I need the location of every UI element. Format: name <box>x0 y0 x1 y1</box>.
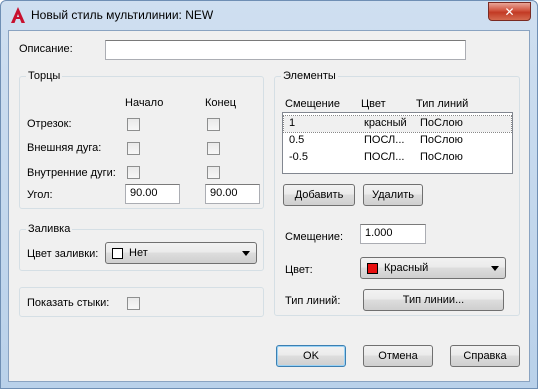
caps-col-start: Начало <box>125 97 164 109</box>
elements-group-title: Элементы <box>281 70 338 82</box>
description-label: Описание: <box>19 43 73 55</box>
caps-outer-arc-start-checkbox[interactable] <box>127 142 140 155</box>
caps-angle-label: Угол: <box>27 189 53 201</box>
elements-col-color: Цвет <box>361 98 386 110</box>
row-color: красный <box>364 117 407 129</box>
chevron-down-icon <box>491 266 499 271</box>
caps-line-label: Отрезок: <box>27 118 72 130</box>
row-color: ПОСЛ... <box>364 134 405 146</box>
element-linetype-label: Тип линий: <box>285 295 341 307</box>
caps-inner-arcs-end-checkbox[interactable] <box>207 166 220 179</box>
caps-line-end-checkbox[interactable] <box>207 118 220 131</box>
element-color-dropdown[interactable]: Красный <box>360 257 506 279</box>
close-icon: ✕ <box>504 4 515 19</box>
autocad-logo-icon <box>11 7 25 23</box>
caps-angle-start-input[interactable]: 90.00 <box>125 184 180 204</box>
show-joints-label: Показать стыки: <box>27 297 110 309</box>
fill-color-label: Цвет заливки: <box>27 248 99 260</box>
table-row[interactable]: 1 красный ПоСлою <box>283 115 512 133</box>
caps-col-end: Конец <box>205 97 237 109</box>
caps-outer-arc-label: Внешняя дуга: <box>27 142 102 154</box>
row-offset: -0.5 <box>289 151 308 163</box>
fill-color-swatch <box>112 247 123 259</box>
fill-color-dropdown[interactable]: Нет <box>105 242 257 264</box>
table-row[interactable]: -0.5 ПОСЛ... ПоСлою <box>284 150 511 166</box>
ok-button[interactable]: OK <box>276 345 346 367</box>
delete-element-button[interactable]: Удалить <box>363 184 423 206</box>
elements-col-linetype: Тип линий <box>416 98 469 110</box>
close-button[interactable]: ✕ <box>488 2 531 21</box>
caps-inner-arcs-start-checkbox[interactable] <box>127 166 140 179</box>
element-offset-label: Смещение: <box>285 231 344 243</box>
window-title: Новый стиль мультилинии: NEW <box>31 8 214 22</box>
cancel-button[interactable]: Отмена <box>363 345 433 367</box>
row-linetype: ПоСлою <box>420 151 463 163</box>
add-element-button[interactable]: Добавить <box>283 184 355 206</box>
caps-group-title: Торцы <box>26 70 63 82</box>
chevron-down-icon <box>242 251 250 256</box>
show-joints-checkbox[interactable] <box>127 297 140 310</box>
caps-line-start-checkbox[interactable] <box>127 118 140 131</box>
elements-col-offset: Смещение <box>285 98 341 110</box>
elements-list[interactable]: 1 красный ПоСлою 0.5 ПОСЛ... ПоСлою -0.5… <box>282 112 513 174</box>
caps-outer-arc-end-checkbox[interactable] <box>207 142 220 155</box>
element-color-swatch <box>367 262 378 274</box>
element-color-label: Цвет: <box>285 264 313 276</box>
element-color-value: Красный <box>384 262 429 274</box>
fill-group-title: Заливка <box>26 223 73 235</box>
dialog-body: Описание: Торцы Начало Конец Отрезок: Вн… <box>8 30 530 382</box>
help-button[interactable]: Справка <box>450 345 520 367</box>
row-offset: 0.5 <box>289 134 305 146</box>
title-bar: Новый стиль мультилинии: NEW ✕ <box>1 1 537 29</box>
row-linetype: ПоСлою <box>420 134 463 146</box>
table-row[interactable]: 0.5 ПОСЛ... ПоСлою <box>284 133 511 149</box>
row-offset: 1 <box>289 117 296 129</box>
row-color: ПОСЛ... <box>364 151 405 163</box>
row-linetype: ПоСлою <box>420 117 463 129</box>
element-offset-input[interactable]: 1.000 <box>360 224 426 244</box>
linetype-button[interactable]: Тип линии... <box>363 289 504 311</box>
dialog-window: Новый стиль мультилинии: NEW ✕ Описание:… <box>0 0 538 389</box>
caps-inner-arcs-label: Внутренние дуги: <box>27 167 116 179</box>
description-input[interactable] <box>105 40 466 60</box>
caps-angle-end-input[interactable]: 90.00 <box>205 184 260 204</box>
fill-color-value: Нет <box>129 247 148 259</box>
